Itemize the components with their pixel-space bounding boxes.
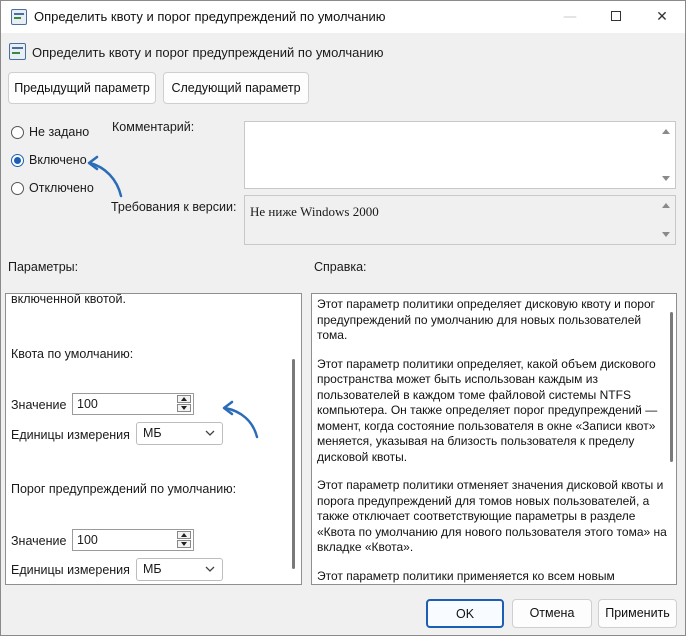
annotation-arrow-icon bbox=[87, 155, 123, 198]
comment-label: Комментарий: bbox=[112, 120, 195, 134]
setting-title: Определить квоту и порог предупреждений … bbox=[32, 45, 384, 60]
help-paragraph: Этот параметр политики отменяет значения… bbox=[317, 478, 667, 554]
threshold-units-select[interactable]: МБ bbox=[136, 558, 223, 581]
options-partial-text: включенной квотой. bbox=[11, 293, 126, 306]
help-scrollbar-thumb[interactable] bbox=[670, 312, 673, 462]
spin-down-icon[interactable] bbox=[177, 540, 191, 548]
spinner-arrows[interactable] bbox=[177, 395, 191, 413]
comment-scrollbar[interactable] bbox=[658, 122, 675, 188]
scroll-up-icon[interactable] bbox=[662, 203, 670, 208]
annotation-arrow-icon bbox=[222, 400, 259, 439]
help-paragraph: Этот параметр политики определяет, какой… bbox=[317, 356, 658, 464]
comment-textarea[interactable] bbox=[244, 121, 676, 189]
threshold-value: 100 bbox=[77, 533, 98, 547]
radio-indicator bbox=[11, 181, 24, 195]
help-text: Этот параметр политики определяет дисков… bbox=[317, 297, 672, 584]
help-label: Справка: bbox=[314, 260, 367, 274]
quota-value-spinner[interactable]: 100 bbox=[72, 393, 194, 415]
quota-units-label: Единицы измерения bbox=[11, 428, 130, 442]
chevron-down-icon bbox=[205, 566, 215, 572]
quota-value-label: Значение bbox=[11, 398, 67, 412]
scroll-down-icon[interactable] bbox=[662, 232, 670, 237]
radio-label: Не задано bbox=[29, 125, 90, 139]
quota-value: 100 bbox=[77, 397, 98, 411]
next-setting-button[interactable]: Следующий параметр bbox=[163, 72, 309, 104]
supported-on-field: Не ниже Windows 2000 bbox=[244, 195, 676, 245]
options-label: Параметры: bbox=[8, 260, 79, 274]
dialog-window: Определить квоту и порог предупреждений … bbox=[0, 0, 686, 636]
radio-not-configured[interactable]: Не задано bbox=[11, 124, 89, 140]
threshold-units-label: Единицы измерения bbox=[11, 563, 130, 577]
previous-setting-button[interactable]: Предыдущий параметр bbox=[8, 72, 156, 104]
apply-button[interactable]: Применить bbox=[598, 599, 677, 628]
scroll-down-icon[interactable] bbox=[662, 176, 670, 181]
maximize-icon bbox=[611, 11, 621, 21]
radio-indicator-selected bbox=[11, 153, 24, 167]
maximize-button[interactable] bbox=[593, 1, 639, 33]
quota-heading: Квота по умолчанию: bbox=[11, 347, 134, 361]
options-scrollbar-thumb[interactable] bbox=[292, 359, 295, 569]
cancel-button[interactable]: Отмена bbox=[512, 599, 592, 628]
radio-indicator bbox=[11, 125, 24, 139]
help-paragraph: Этот параметр политики определяет дисков… bbox=[317, 297, 656, 342]
spin-down-icon[interactable] bbox=[177, 404, 191, 412]
supported-scrollbar[interactable] bbox=[658, 196, 675, 244]
spinner-arrows[interactable] bbox=[177, 531, 191, 549]
minimize-button[interactable]: — bbox=[547, 1, 593, 33]
radio-label: Включено bbox=[29, 153, 87, 167]
ok-button[interactable]: OK bbox=[426, 599, 504, 628]
radio-enabled[interactable]: Включено bbox=[11, 152, 87, 168]
threshold-heading: Порог предупреждений по умолчанию: bbox=[11, 482, 237, 496]
spin-up-icon[interactable] bbox=[177, 395, 191, 403]
supported-on-value: Не ниже Windows 2000 bbox=[250, 204, 379, 219]
help-panel[interactable]: Этот параметр политики определяет дисков… bbox=[311, 293, 677, 585]
scroll-up-icon[interactable] bbox=[662, 129, 670, 134]
threshold-units-value: МБ bbox=[143, 562, 162, 576]
setting-icon bbox=[9, 43, 26, 60]
window-title: Определить квоту и порог предупреждений … bbox=[34, 9, 386, 24]
title-bar: Определить квоту и порог предупреждений … bbox=[1, 1, 685, 33]
spin-up-icon[interactable] bbox=[177, 531, 191, 539]
threshold-value-label: Значение bbox=[11, 534, 67, 548]
quota-units-select[interactable]: МБ bbox=[136, 422, 223, 445]
quota-units-value: МБ bbox=[143, 426, 162, 440]
close-button[interactable]: ✕ bbox=[639, 1, 685, 33]
policy-icon bbox=[11, 9, 27, 25]
help-paragraph: Этот параметр политики применяется ко вс… bbox=[317, 568, 615, 583]
threshold-value-spinner[interactable]: 100 bbox=[72, 529, 194, 551]
